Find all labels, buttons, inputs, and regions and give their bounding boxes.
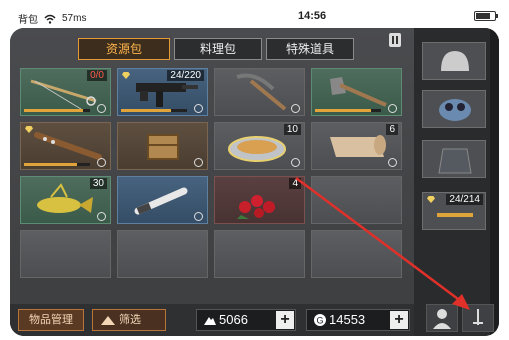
settings-dot-icon bbox=[194, 104, 203, 113]
item-slot-wooden-crate[interactable] bbox=[117, 122, 208, 170]
add-gold-button[interactable]: + bbox=[390, 311, 408, 329]
tab-resources[interactable]: 资源包 bbox=[78, 38, 170, 60]
side-divider bbox=[490, 28, 499, 336]
currency-gold-value: 14553 bbox=[329, 312, 366, 327]
durability-bar bbox=[315, 109, 381, 112]
clock: 14:56 bbox=[298, 10, 327, 22]
durability-bar bbox=[121, 109, 187, 112]
item-count: 4 bbox=[289, 178, 301, 189]
equipment-panel: 24/214 bbox=[414, 28, 499, 336]
bottom-bar: 物品管理 筛选 5066 + G 14553 + bbox=[10, 304, 414, 336]
tab-special-items[interactable]: 特殊道具 bbox=[266, 38, 354, 60]
battery-icon bbox=[474, 11, 498, 21]
character-button[interactable] bbox=[426, 304, 458, 332]
add-currency-button[interactable]: + bbox=[276, 311, 294, 329]
sword-button[interactable] bbox=[462, 304, 494, 332]
equip-slot-helmet[interactable] bbox=[422, 42, 486, 80]
settings-dot-icon bbox=[388, 158, 397, 167]
item-slot-empty[interactable] bbox=[311, 230, 402, 278]
network-speed: 57ms bbox=[62, 13, 87, 24]
item-slot-pickaxe[interactable] bbox=[214, 68, 305, 116]
item-slot-empty[interactable] bbox=[20, 230, 111, 278]
pin-icon[interactable] bbox=[388, 32, 402, 48]
settings-dot-icon bbox=[291, 158, 300, 167]
settings-dot-icon bbox=[194, 212, 203, 221]
item-count: 10 bbox=[283, 124, 301, 135]
item-manage-button[interactable]: 物品管理 bbox=[18, 309, 84, 331]
ammo-icon bbox=[437, 213, 473, 217]
gas-mask-icon bbox=[439, 99, 471, 121]
durability-bar bbox=[24, 109, 90, 112]
settings-dot-icon bbox=[194, 158, 203, 167]
item-slot-sardine-can[interactable]: 10 bbox=[214, 122, 305, 170]
status-bar: 背包 57ms 14:56 bbox=[18, 8, 498, 28]
item-slot-spiked-club[interactable] bbox=[20, 122, 111, 170]
currency-weight: 5066 + bbox=[196, 309, 296, 331]
coin-letter: G bbox=[316, 316, 323, 326]
armor-icon bbox=[438, 148, 472, 174]
currency-gold: G 14553 + bbox=[306, 309, 410, 331]
settings-dot-icon bbox=[291, 104, 300, 113]
sword-icon bbox=[473, 309, 483, 325]
equip-slot-mask[interactable] bbox=[422, 90, 486, 128]
item-count: 0/0 bbox=[87, 70, 107, 81]
carrier-label: 背包 bbox=[18, 15, 38, 26]
item-slot-cloth-roll[interactable]: 6 bbox=[311, 122, 402, 170]
item-slot-axe[interactable] bbox=[311, 68, 402, 116]
item-slot-fishing-rod[interactable]: 0/0 bbox=[20, 68, 111, 116]
item-count: 6 bbox=[386, 124, 398, 135]
settings-dot-icon bbox=[97, 212, 106, 221]
item-slot-submachine-gun[interactable]: 24/220 bbox=[117, 68, 208, 116]
inventory-tabs: 资源包 料理包 特殊道具 bbox=[78, 38, 354, 60]
filter-button[interactable]: 筛选 bbox=[92, 309, 166, 331]
wifi-icon bbox=[44, 14, 56, 24]
item-slot-red-berries[interactable]: 4 bbox=[214, 176, 305, 224]
settings-dot-icon bbox=[388, 104, 397, 113]
filter-triangle-icon bbox=[101, 316, 115, 325]
mountain-icon bbox=[204, 317, 216, 325]
game-screen: 资源包 料理包 特殊道具 0/0 24/220 10 6 30 4 物品管理 筛… bbox=[10, 28, 499, 336]
settings-dot-icon bbox=[97, 104, 106, 113]
coin-icon: G bbox=[314, 314, 326, 326]
inventory-panel: 资源包 料理包 特殊道具 0/0 24/220 10 6 30 4 物品管理 筛… bbox=[10, 28, 414, 336]
currency-weight-value: 5066 bbox=[219, 312, 248, 327]
equip-slot-ammo[interactable]: 24/214 bbox=[422, 192, 486, 230]
helmet-icon bbox=[441, 51, 469, 71]
person-icon bbox=[433, 309, 451, 329]
item-slot-flashlight[interactable] bbox=[117, 176, 208, 224]
item-count: 30 bbox=[89, 178, 107, 189]
settings-dot-icon bbox=[97, 158, 106, 167]
item-slot-empty[interactable] bbox=[214, 230, 305, 278]
equip-slot-armor[interactable] bbox=[422, 140, 486, 178]
durability-bar bbox=[24, 163, 90, 166]
filter-label: 筛选 bbox=[119, 314, 141, 326]
item-grid: 0/0 24/220 10 6 30 4 bbox=[20, 68, 410, 278]
item-slot-empty[interactable] bbox=[311, 176, 402, 224]
item-slot-glowing-fish[interactable]: 30 bbox=[20, 176, 111, 224]
tab-cooking[interactable]: 料理包 bbox=[174, 38, 262, 60]
item-count: 24/220 bbox=[167, 70, 204, 81]
item-slot-empty[interactable] bbox=[117, 230, 208, 278]
